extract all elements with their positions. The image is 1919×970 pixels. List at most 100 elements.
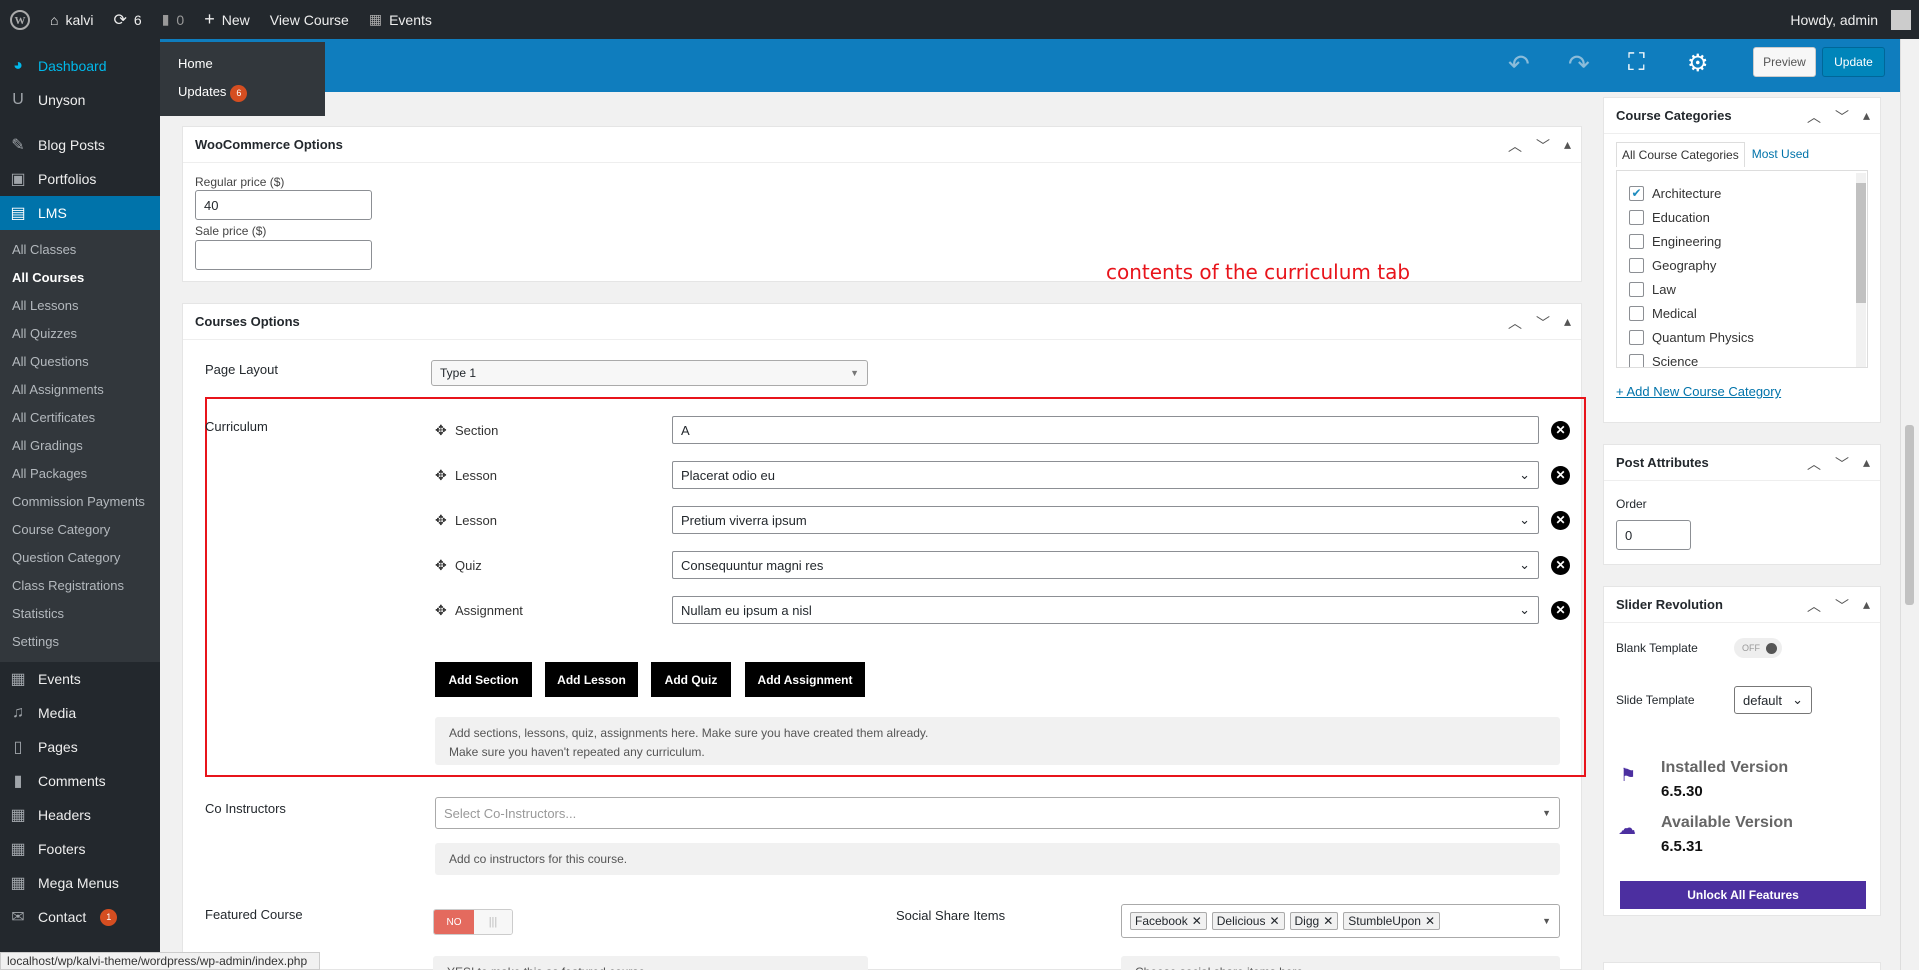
submenu-all-lessons[interactable]: All Lessons — [0, 292, 160, 320]
submenu-question-category[interactable]: Question Category — [0, 544, 160, 572]
chevron-up-icon[interactable]: ︿ — [1508, 313, 1522, 333]
submenu-all-assignments[interactable]: All Assignments — [0, 376, 160, 404]
collapse-icon[interactable]: ▴ — [1564, 313, 1571, 333]
category-item[interactable]: Education — [1629, 205, 1867, 229]
unlock-features-button[interactable]: Unlock All Features — [1620, 881, 1866, 909]
remove-icon[interactable]: ✕ — [1551, 465, 1570, 485]
co-instructors-select[interactable]: Select Co-Instructors... ▼ — [435, 797, 1560, 829]
submenu-all-quizzes[interactable]: All Quizzes — [0, 320, 160, 348]
remove-icon[interactable]: ✕ — [1551, 600, 1570, 620]
menu-mega-menus[interactable]: ▦ Mega Menus — [0, 866, 160, 900]
menu-blog-posts[interactable]: ✎ Blog Posts — [0, 128, 160, 162]
menu-portfolios[interactable]: ▣ Portfolios — [0, 162, 160, 196]
flyout-home[interactable]: Home — [178, 56, 325, 84]
sale-price-input[interactable] — [195, 240, 372, 270]
submenu-statistics[interactable]: Statistics — [0, 600, 160, 628]
checklist-scrollbar[interactable] — [1856, 173, 1866, 367]
chevron-up-icon[interactable]: ︿ — [1807, 107, 1821, 127]
checkbox[interactable] — [1629, 257, 1644, 273]
flyout-updates[interactable]: Updates 6 — [178, 84, 325, 112]
drag-handle-icon[interactable]: ✥ — [435, 557, 447, 574]
drag-handle-icon[interactable]: ✥ — [435, 467, 447, 484]
page-layout-select[interactable]: Type 1 ▼ — [431, 360, 868, 386]
chevron-down-icon[interactable]: ﹀ — [1835, 596, 1849, 616]
menu-comments[interactable]: ▮ Comments — [0, 764, 160, 798]
submenu-commission-payments[interactable]: Commission Payments — [0, 488, 160, 516]
lesson-select[interactable]: Placerat odio eu ⌄ — [672, 461, 1539, 489]
add-section-button[interactable]: Add Section — [435, 662, 532, 697]
menu-footers[interactable]: ▦ Footers — [0, 832, 160, 866]
view-course-link[interactable]: View Course — [260, 0, 359, 39]
submenu-settings[interactable]: Settings — [0, 628, 160, 656]
category-item[interactable]: Geography — [1629, 253, 1867, 277]
lesson-select[interactable]: Pretium viverra ipsum ⌄ — [672, 506, 1539, 534]
collapse-icon[interactable]: ▴ — [1564, 136, 1571, 156]
chevron-up-icon[interactable]: ︿ — [1807, 454, 1821, 474]
add-lesson-button[interactable]: Add Lesson — [545, 662, 638, 697]
collapse-icon[interactable]: ▴ — [1863, 596, 1870, 616]
checkbox[interactable] — [1629, 233, 1644, 249]
menu-pages[interactable]: ▯ Pages — [0, 730, 160, 764]
drag-handle-icon[interactable]: ✥ — [435, 512, 447, 529]
submenu-all-classes[interactable]: All Classes — [0, 236, 160, 264]
events-link[interactable]: ▦ Events — [359, 0, 442, 39]
preview-button[interactable]: Preview — [1753, 47, 1816, 77]
remove-tag-icon[interactable]: ✕ — [1323, 914, 1333, 928]
chevron-down-icon[interactable]: ﹀ — [1835, 454, 1849, 474]
checkbox[interactable] — [1629, 353, 1644, 367]
remove-tag-icon[interactable]: ✕ — [1192, 914, 1202, 928]
checkbox[interactable] — [1629, 305, 1644, 321]
regular-price-input[interactable]: 40 — [195, 190, 372, 220]
remove-icon[interactable]: ✕ — [1551, 555, 1570, 575]
update-button[interactable]: Update — [1822, 47, 1885, 77]
add-quiz-button[interactable]: Add Quiz — [651, 662, 731, 697]
tab-all-categories[interactable]: All Course Categories — [1616, 142, 1745, 167]
site-name-link[interactable]: ⌂ kalvi — [40, 0, 103, 39]
category-item[interactable]: Law — [1629, 277, 1867, 301]
chevron-up-icon[interactable]: ︿ — [1508, 136, 1522, 156]
assignment-select[interactable]: Nullam eu ipsum a nisl ⌄ — [672, 596, 1539, 624]
menu-contact[interactable]: ✉ Contact 1 — [0, 900, 160, 934]
new-content-link[interactable]: + New — [194, 0, 260, 39]
checkbox[interactable] — [1629, 281, 1644, 297]
redo-icon[interactable]: ↷ — [1568, 49, 1590, 80]
undo-icon[interactable]: ↶ — [1508, 49, 1530, 80]
menu-dashboard[interactable]: ◕ Dashboard — [0, 49, 160, 83]
submenu-all-gradings[interactable]: All Gradings — [0, 432, 160, 460]
submenu-class-registrations[interactable]: Class Registrations — [0, 572, 160, 600]
submenu-all-courses[interactable]: All Courses — [0, 264, 160, 292]
tab-most-used[interactable]: Most Used — [1745, 142, 1816, 167]
add-assignment-button[interactable]: Add Assignment — [745, 662, 865, 697]
slide-template-select[interactable]: default ⌄ — [1734, 686, 1812, 714]
menu-headers[interactable]: ▦ Headers — [0, 798, 160, 832]
add-new-category-link[interactable]: + Add New Course Category — [1616, 384, 1781, 399]
menu-events[interactable]: ▦ Events — [0, 662, 160, 696]
chevron-down-icon[interactable]: ﹀ — [1835, 107, 1849, 127]
remove-icon[interactable]: ✕ — [1551, 420, 1570, 440]
remove-tag-icon[interactable]: ✕ — [1425, 914, 1435, 928]
quiz-select[interactable]: Consequuntur magni res ⌄ — [672, 551, 1539, 579]
category-item[interactable]: ✔ Architecture — [1629, 181, 1867, 205]
category-item[interactable]: Quantum Physics — [1629, 325, 1867, 349]
social-share-select[interactable]: Facebook ✕ Delicious ✕ Digg ✕ StumbleUpon ✕ … — [1121, 904, 1560, 938]
wordpress-logo[interactable]: W — [0, 0, 40, 39]
drag-handle-icon[interactable]: ✥ — [435, 602, 447, 619]
menu-media[interactable]: ♫ Media — [0, 696, 160, 730]
order-input[interactable]: 0 — [1616, 520, 1691, 550]
scrollbar-thumb[interactable] — [1905, 425, 1914, 605]
account-menu[interactable]: Howdy, admin — [1780, 0, 1919, 39]
submenu-course-category[interactable]: Course Category — [0, 516, 160, 544]
gear-icon[interactable]: ⚙ — [1687, 49, 1709, 78]
featured-toggle[interactable]: NO ||| — [433, 909, 513, 935]
collapse-icon[interactable]: ▴ — [1863, 107, 1870, 127]
submenu-all-certificates[interactable]: All Certificates — [0, 404, 160, 432]
collapse-icon[interactable]: ▴ — [1863, 454, 1870, 474]
chevron-up-icon[interactable]: ︿ — [1807, 596, 1821, 616]
fullscreen-icon[interactable]: ⛶ — [1628, 49, 1645, 77]
remove-icon[interactable]: ✕ — [1551, 510, 1570, 530]
category-item[interactable]: Medical — [1629, 301, 1867, 325]
category-item[interactable]: Engineering — [1629, 229, 1867, 253]
menu-lms[interactable]: ▤ LMS — [0, 196, 160, 230]
submenu-all-packages[interactable]: All Packages — [0, 460, 160, 488]
category-item[interactable]: Science — [1629, 349, 1867, 367]
